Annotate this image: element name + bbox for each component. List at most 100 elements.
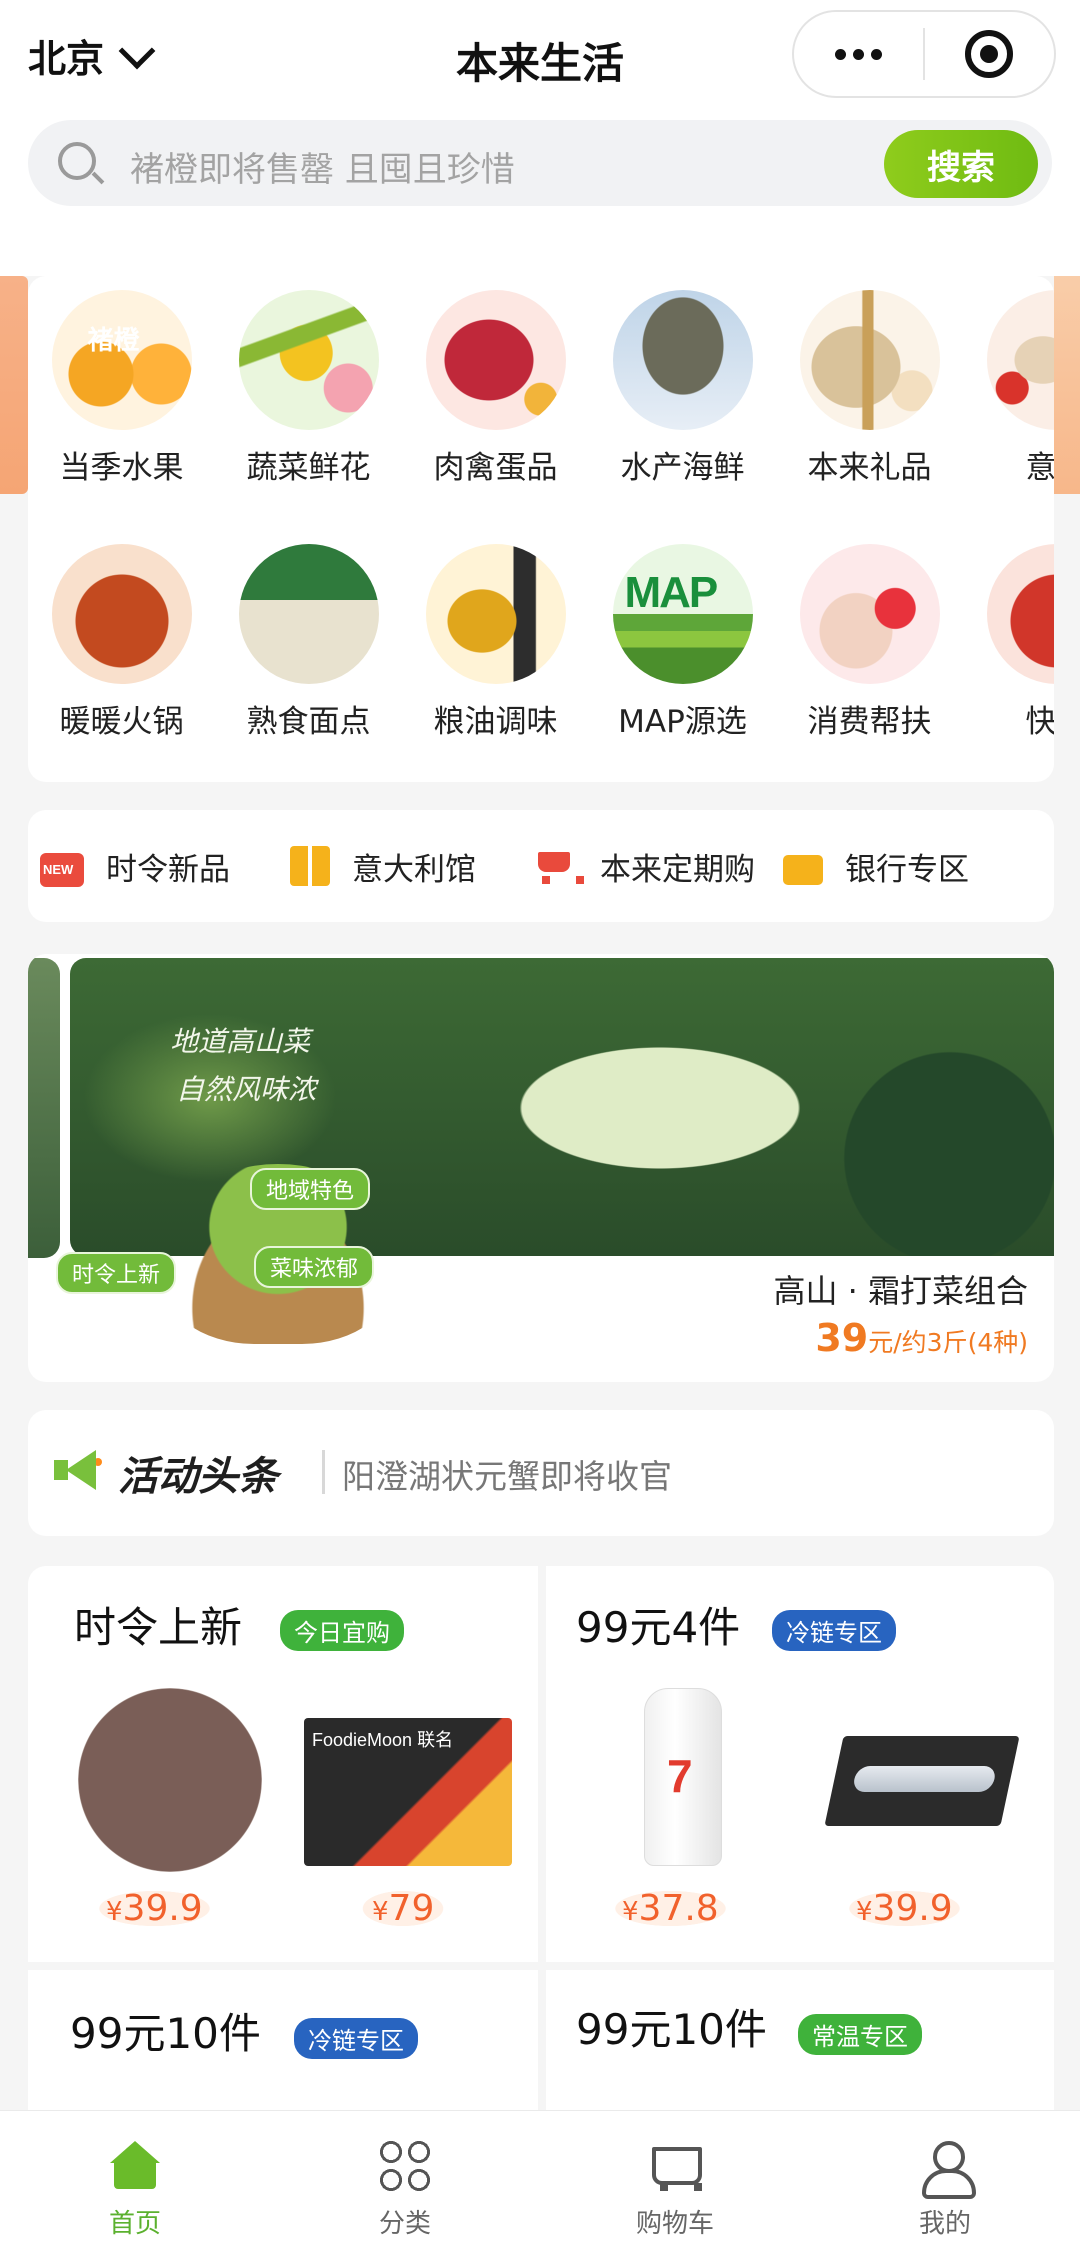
category-item-cooked[interactable]: 熟食面点 bbox=[215, 544, 402, 741]
headline-label: 活动头条 bbox=[118, 1454, 278, 1500]
profile-icon bbox=[918, 2139, 976, 2199]
activity-headline[interactable]: 活动头条 阳澄湖状元蟹即将收官 bbox=[28, 1410, 1054, 1536]
category-label: MAP源选 bbox=[618, 704, 747, 740]
promo-title: 99元10件 bbox=[70, 2009, 261, 2058]
category-row-1: 褚橙 当季水果 蔬菜鲜花 肉禽蛋品 水产海鲜 本来礼品 意大 bbox=[28, 290, 1054, 487]
category-item-grain-oil[interactable]: 粮油调味 bbox=[402, 544, 589, 741]
product-image-milk-bottle[interactable] bbox=[644, 1688, 722, 1866]
tab-cart[interactable]: 购物车 bbox=[540, 2111, 810, 2246]
category-item-seafood[interactable]: 水产海鲜 bbox=[589, 290, 776, 487]
promo-card-seasonal[interactable]: 时令上新 今日宜购 FoodieMoon 联名 ¥39.9 ¥79 bbox=[28, 1566, 538, 1962]
category-item-gift[interactable]: 本来礼品 bbox=[776, 290, 963, 487]
close-miniprogram-button[interactable] bbox=[925, 12, 1054, 96]
price-value: 39.9 bbox=[122, 1888, 203, 1929]
promo-badge: 冷链专区 bbox=[772, 1610, 896, 1651]
bank-card-icon bbox=[783, 855, 823, 885]
tab-category[interactable]: 分类 bbox=[270, 2111, 540, 2246]
bottom-tab-bar: 首页 分类 购物车 我的 bbox=[0, 2110, 1080, 2246]
charity-icon bbox=[799, 544, 940, 684]
seafood-icon bbox=[612, 290, 753, 430]
home-icon bbox=[108, 2139, 162, 2193]
category-label: 当季水果 bbox=[59, 450, 184, 486]
quick-link-label: 意大利馆 bbox=[352, 851, 476, 888]
promo-badge: 今日宜购 bbox=[280, 1610, 404, 1651]
search-input[interactable]: 褚橙即将售罄 且囤且珍惜 bbox=[130, 142, 515, 191]
promo-badge: 常温专区 bbox=[798, 2014, 922, 2055]
promo-banner[interactable]: 地道高山菜 自然风味浓 地域特色 时令上新 菜味浓郁 高山 · 霜打菜组合 39… bbox=[28, 954, 1054, 1382]
tab-label: 购物车 bbox=[635, 2209, 714, 2239]
currency-symbol: ¥ bbox=[106, 1897, 123, 1927]
banner-tag: 地域特色 bbox=[250, 1168, 371, 1210]
product-price: ¥79 bbox=[356, 1888, 451, 1929]
product-image-ribbonfish[interactable] bbox=[824, 1736, 1020, 1826]
category-item-meat[interactable]: 肉禽蛋品 bbox=[402, 290, 589, 487]
category-label: 熟食面点 bbox=[246, 704, 371, 740]
price-value: 39.9 bbox=[872, 1888, 953, 1929]
cooked-food-icon bbox=[238, 544, 379, 684]
city-selector[interactable]: 北京 bbox=[28, 28, 156, 83]
promo-card-99-10-ambient[interactable]: 99元10件 常温专区 bbox=[546, 1970, 1054, 2110]
megaphone-icon bbox=[54, 1446, 102, 1498]
hotpot-icon bbox=[51, 544, 192, 684]
quick-link-label: 银行专区 bbox=[845, 851, 969, 888]
quick-link-subscription[interactable]: 本来定期购 bbox=[534, 844, 755, 889]
banner-tag: 时令上新 bbox=[56, 1252, 177, 1294]
top-bar: 北京 本来生活 bbox=[0, 0, 1080, 116]
category-item-map[interactable]: MAP MAP源选 bbox=[589, 544, 776, 741]
category-item-charity[interactable]: 消费帮扶 bbox=[776, 544, 963, 741]
category-item-hotpot[interactable]: 暖暖火锅 bbox=[28, 544, 215, 741]
promo-card-99-10-cold[interactable]: 99元10件 冷链专区 bbox=[28, 1970, 538, 2110]
category-item-italy[interactable]: 意大 bbox=[963, 290, 1054, 487]
category-label: 肉禽蛋品 bbox=[433, 450, 558, 486]
quick-link-label: 时令新品 bbox=[106, 851, 230, 888]
promo-title: 99元4件 bbox=[576, 1603, 741, 1652]
tab-label: 首页 bbox=[108, 2209, 161, 2239]
banner-product-name: 高山 · 霜打菜组合 bbox=[773, 1272, 1028, 1310]
promo-badge: 冷链专区 bbox=[294, 2018, 418, 2059]
vegetable-flower-icon bbox=[238, 290, 379, 430]
category-grid-icon bbox=[378, 2139, 432, 2193]
search-button[interactable]: 搜索 bbox=[884, 130, 1038, 198]
currency-symbol: ¥ bbox=[622, 1897, 639, 1927]
promo-card-99-4[interactable]: 99元4件 冷链专区 ¥37.8 ¥39.9 bbox=[546, 1566, 1054, 1962]
category-row-2: 暖暖火锅 熟食面点 粮油调味 MAP MAP源选 消费帮扶 快手 bbox=[28, 544, 1054, 741]
category-label: 水产海鲜 bbox=[620, 450, 745, 486]
quick-meal-icon bbox=[986, 544, 1054, 684]
category-label: 意大 bbox=[1025, 450, 1055, 486]
city-label: 北京 bbox=[28, 37, 105, 81]
miniprogram-capsule bbox=[792, 10, 1056, 98]
promo-title: 时令上新 bbox=[74, 1603, 243, 1652]
product-price: ¥37.8 bbox=[606, 1888, 735, 1929]
grain-oil-icon bbox=[425, 544, 566, 684]
tab-label: 分类 bbox=[378, 2209, 431, 2239]
category-item-vegetable[interactable]: 蔬菜鲜花 bbox=[215, 290, 402, 487]
quick-link-italy-hall[interactable]: 意大利馆 bbox=[290, 844, 476, 889]
map-icon: MAP bbox=[612, 544, 753, 684]
chevron-down-icon bbox=[118, 32, 156, 69]
category-label: 消费帮扶 bbox=[807, 704, 932, 740]
product-price: ¥39.9 bbox=[90, 1888, 219, 1929]
target-circle-icon bbox=[965, 30, 1014, 78]
cart-icon bbox=[534, 846, 584, 886]
more-button[interactable] bbox=[794, 12, 923, 96]
category-label: 暖暖火锅 bbox=[59, 704, 184, 740]
currency-symbol: ¥ bbox=[856, 1897, 873, 1927]
banner-price: 39元/约3斤(4种) bbox=[815, 1316, 1028, 1360]
quick-link-new-products[interactable]: 时令新品 bbox=[40, 844, 230, 889]
product-image-hotpot-box[interactable]: FoodieMoon 联名 bbox=[304, 1718, 512, 1866]
divider bbox=[322, 1450, 325, 1494]
product-image-sliced-meat[interactable] bbox=[78, 1688, 262, 1872]
banner-slogan-line: 地道高山菜 bbox=[170, 1025, 311, 1058]
tab-profile[interactable]: 我的 bbox=[810, 2111, 1080, 2246]
gift-icon bbox=[799, 290, 940, 430]
category-item-fruit[interactable]: 褚橙 当季水果 bbox=[28, 290, 215, 487]
category-label: 蔬菜鲜花 bbox=[246, 450, 371, 486]
quick-links-bar: 时令新品 意大利馆 本来定期购 银行专区 bbox=[28, 810, 1054, 922]
headline-text[interactable]: 阳澄湖状元蟹即将收官 bbox=[342, 1450, 672, 1498]
category-label: 快手 bbox=[1025, 704, 1055, 740]
search-bar[interactable]: 褚橙即将售罄 且囤且珍惜 搜索 bbox=[28, 120, 1052, 206]
category-item-quick-meal[interactable]: 快手 bbox=[963, 544, 1054, 741]
tab-home[interactable]: 首页 bbox=[0, 2111, 270, 2246]
more-dots-icon bbox=[835, 48, 882, 60]
quick-link-bank[interactable]: 银行专区 bbox=[783, 844, 969, 889]
